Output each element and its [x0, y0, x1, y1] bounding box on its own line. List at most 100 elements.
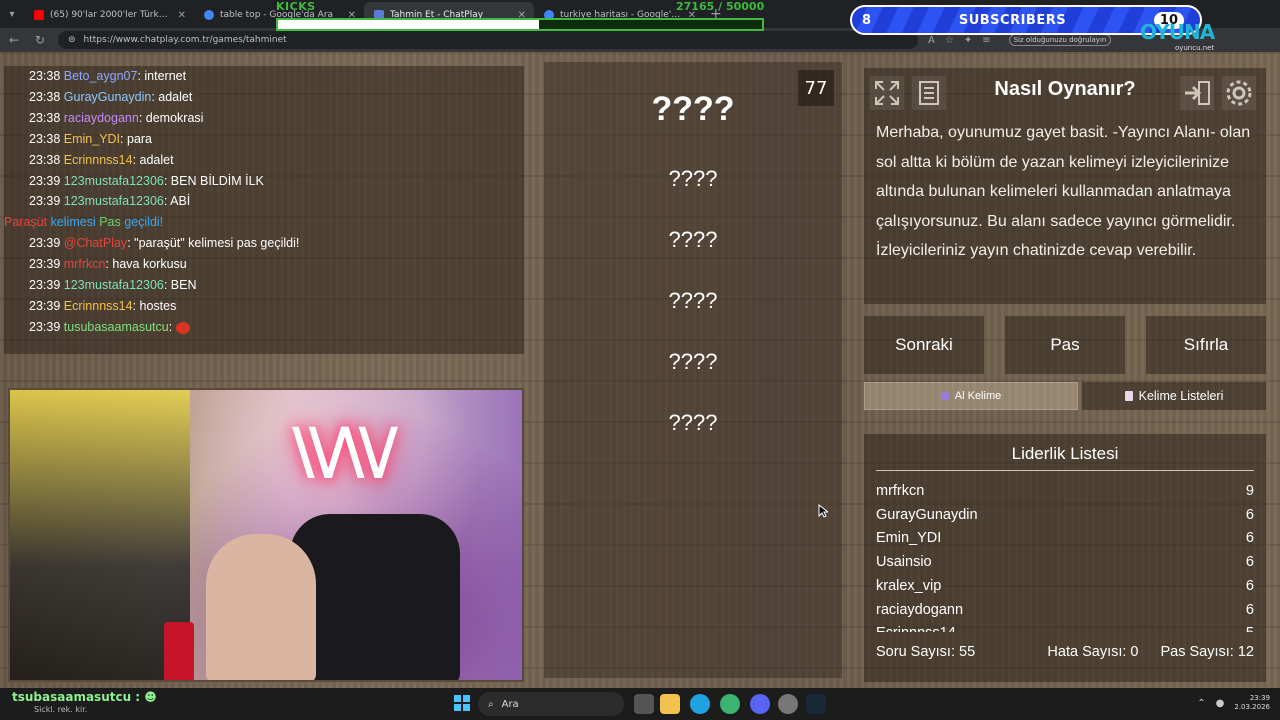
- file-explorer-icon[interactable]: [660, 694, 680, 714]
- browser-tab-1[interactable]: (65) 90'lar 2000'ler Türkçe Pop ✕: [24, 2, 194, 28]
- chat-message: 23:39 123mustafa12306: ABİ: [29, 191, 524, 212]
- chat-user: tusubasaamasutcu: [63, 319, 169, 334]
- clock[interactable]: 23:39 2.03.2026: [1234, 694, 1270, 712]
- player-score: 6: [1245, 577, 1254, 594]
- chat-time: 23:39: [29, 257, 61, 272]
- word-board: 77 ???? ???? ???? ???? ???? ????: [544, 62, 842, 678]
- chat-time: 23:39: [29, 319, 61, 334]
- chat-message: 23:39 Ecrinnnss14: hostes: [29, 296, 524, 317]
- app-icon[interactable]: [720, 694, 740, 714]
- chat-text: : "paraşüt" kelimesi pas geçildi!: [127, 236, 300, 251]
- tab-word-lists[interactable]: Kelime Listeleri: [1082, 382, 1266, 410]
- chat-user: mrfrkcn: [63, 257, 106, 272]
- windows-start-icon[interactable]: [454, 695, 470, 711]
- translate-icon[interactable]: A: [928, 35, 935, 46]
- verify-hint[interactable]: Siz olduğunuzu doğrulayın: [1008, 34, 1112, 46]
- chat-user: raciaydogann: [63, 110, 139, 125]
- player-score: 6: [1245, 506, 1254, 523]
- chat-text: : BEN: [163, 278, 197, 293]
- chat-user: 123mustafa12306: [63, 194, 164, 209]
- emote-icon: [175, 321, 190, 334]
- error-count: Hata Sayısı: 0: [1047, 644, 1139, 660]
- system-tail: geçildi!: [124, 215, 164, 230]
- chat-message: 23:38 Emin_YDI: para: [29, 129, 524, 150]
- microphone-icon[interactable]: ●: [1216, 698, 1225, 709]
- chat-text: : BEN BİLDİM İLK: [163, 173, 264, 188]
- sub-label: SUBSCRIBERS: [958, 12, 1067, 28]
- player-score: 6: [1245, 601, 1254, 618]
- favorites-icon[interactable]: ≡: [982, 35, 990, 46]
- reset-button[interactable]: Sıfırla: [1146, 316, 1266, 374]
- back-icon[interactable]: ←: [6, 33, 22, 47]
- chat-panel: 23:38 Beto_aygn07: internet 23:38 GurayGu…: [4, 66, 524, 354]
- game-page: 23:38 Beto_aygn07: internet 23:38 GurayGu…: [0, 52, 1280, 688]
- player-name: GurayGunaydin: [876, 506, 978, 523]
- pass-button[interactable]: Pas: [1005, 316, 1125, 374]
- tab-search-icon[interactable]: ▾: [0, 0, 24, 28]
- system-pas: Pas: [99, 215, 121, 230]
- chat-user: 123mustafa12306: [63, 173, 164, 188]
- kicks-label: KICKS: [276, 0, 316, 13]
- settings-icon[interactable]: [778, 694, 798, 714]
- chat-ticker: tsubasaamasutcu : ☻: [12, 690, 157, 704]
- chevron-up-icon[interactable]: ⌃: [1197, 698, 1205, 709]
- taskbar-search[interactable]: ⌕ Ara: [478, 692, 624, 716]
- chat-message: 23:38 Beto_aygn07: internet: [29, 66, 524, 87]
- player-score: 6: [1245, 554, 1254, 571]
- chat-user: Beto_aygn07: [63, 69, 138, 83]
- exit-icon[interactable]: [1180, 76, 1214, 110]
- reload-icon[interactable]: ↻: [32, 33, 48, 47]
- tab-get-word[interactable]: Al Kelime: [864, 382, 1078, 410]
- streamer: [206, 534, 316, 680]
- next-button[interactable]: Sonraki: [864, 316, 984, 374]
- settings-gear-icon[interactable]: [1222, 76, 1256, 110]
- taboo-word: ????: [668, 227, 718, 252]
- main-word: ????: [651, 90, 735, 128]
- chat-time: 23:38: [29, 89, 61, 104]
- tab-label: (65) 90'lar 2000'ler Türkçe Pop: [50, 10, 172, 20]
- brand-logo: OYUNA oyuncu.net: [1140, 20, 1215, 52]
- extensions-icon[interactable]: ✦: [964, 35, 972, 46]
- chat-text: : hostes: [132, 298, 177, 313]
- edge-icon[interactable]: [690, 694, 710, 714]
- steam-icon[interactable]: [806, 694, 826, 714]
- close-tab-icon[interactable]: ✕: [178, 10, 186, 21]
- chat-message: 23:39 tusubasaamasutcu:: [29, 317, 524, 338]
- list-icon: [1124, 391, 1133, 401]
- bookmark-icon[interactable]: ☆: [945, 35, 954, 46]
- tab-get-word-label: Al Kelime: [954, 390, 1002, 402]
- leaderboard-row: GurayGunaydin 6: [876, 504, 1254, 528]
- chat-text: : para: [120, 131, 153, 146]
- leaderboard-title: Liderlik Listesi: [876, 444, 1254, 471]
- sub-current: 8: [862, 12, 872, 28]
- taboo-word: ????: [668, 288, 718, 313]
- chat-text: : demokrasi: [138, 110, 204, 125]
- emote-icon: ☻: [144, 690, 157, 704]
- leaderboard-panel: Liderlik Listesi mrfrkcn 9 GurayGunaydin 6 E…: [864, 434, 1266, 682]
- chat-time: 23:39: [29, 173, 61, 188]
- player-name: raciaydogann: [876, 601, 964, 618]
- task-view-icon[interactable]: [634, 694, 654, 714]
- leaderboard-list[interactable]: mrfrkcn 9 GurayGunaydin 6 Emin_YDI 6 Usainsio 6…: [876, 480, 1254, 632]
- chat-user: Ecrinnnss14: [63, 152, 133, 167]
- chat-time: 23:39: [29, 236, 61, 251]
- taboo-word: ????: [668, 349, 718, 374]
- chat-text: : adalet: [132, 152, 174, 167]
- leaderboard-row: kralex_vip 6: [876, 575, 1254, 599]
- kicks-progress-fill: [278, 20, 540, 29]
- url-field[interactable]: ⊜ https://www.chatplay.com.tr/games/tahm…: [58, 31, 918, 49]
- system-tray: ⌃ ● 23:39 2.03.2026: [1197, 694, 1270, 712]
- chat-message: Paraşüt kelimesi Pas geçildi!: [4, 212, 524, 233]
- chat-user: Emin_YDI: [63, 131, 121, 146]
- chat-time: 23:38: [29, 69, 61, 83]
- system-mid: kelimesi: [50, 215, 96, 230]
- url-text: https://www.chatplay.com.tr/games/tahmin…: [83, 35, 287, 45]
- chat-text: : hava korkusu: [105, 257, 187, 272]
- chat-message: 23:38 raciaydogann: demokrasi: [29, 108, 524, 129]
- google-icon: [204, 10, 214, 20]
- how-to-play-panel: Nasıl Oynanır? Merhaba, oyunumuz gayet b…: [864, 68, 1266, 304]
- discord-icon[interactable]: [750, 694, 770, 714]
- site-info-icon[interactable]: ⊜: [68, 35, 76, 45]
- system-word: Paraşüt: [4, 215, 48, 230]
- player-name: Usainsio: [876, 554, 932, 571]
